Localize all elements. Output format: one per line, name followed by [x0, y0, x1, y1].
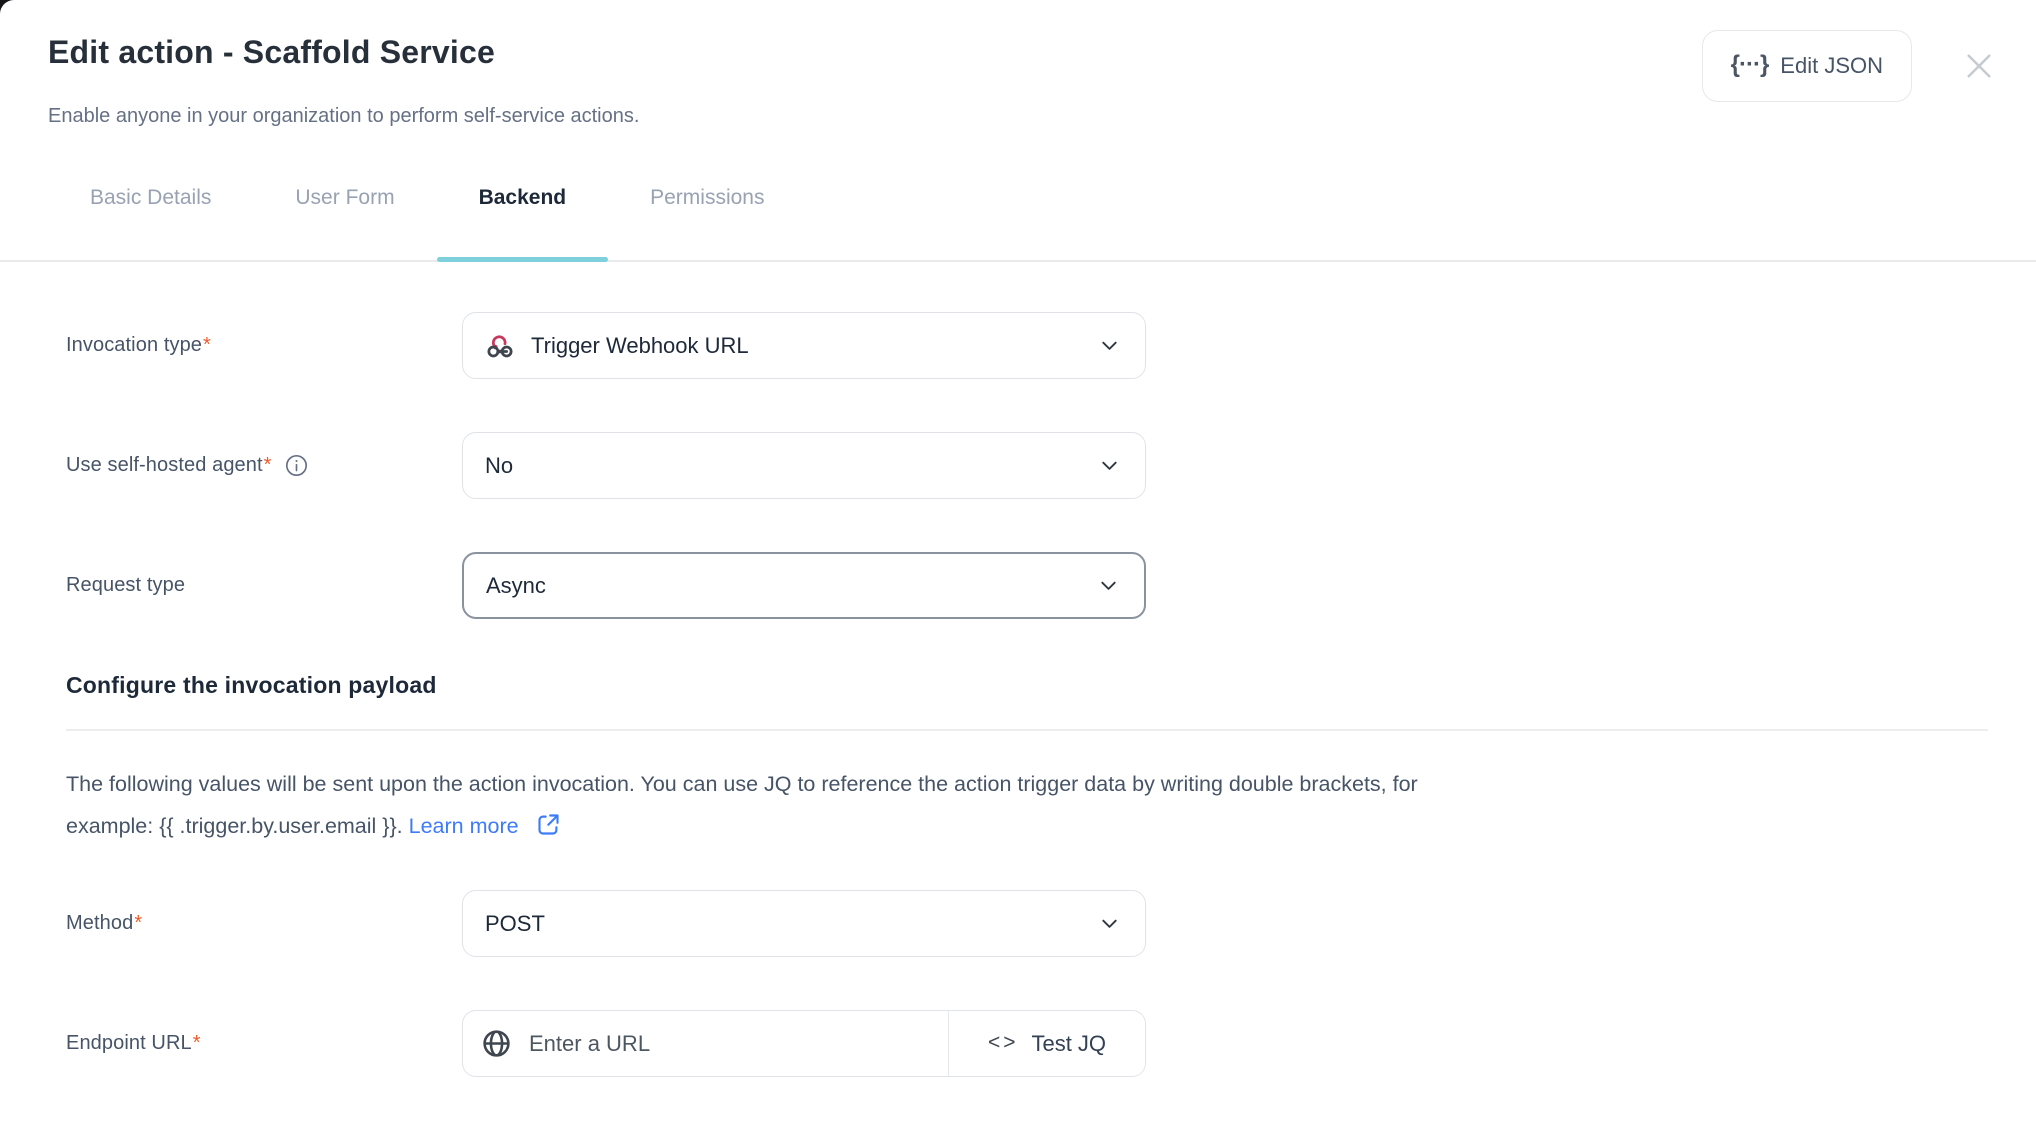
- request-type-select[interactable]: Async: [462, 552, 1146, 619]
- globe-icon: [481, 1028, 512, 1059]
- endpoint-url-input-wrap: [463, 1011, 949, 1076]
- tab-permissions[interactable]: Permissions: [608, 184, 806, 260]
- invocation-type-row: Invocation type* Trigger Webhook URL: [66, 312, 1988, 379]
- method-value: POST: [485, 911, 1080, 937]
- self-hosted-agent-row: Use self-hosted agent* No: [66, 432, 1988, 499]
- modal-header: Edit action - Scaffold Service Enable an…: [0, 0, 2036, 130]
- chevron-down-icon: [1096, 910, 1123, 937]
- required-marker: *: [193, 1032, 201, 1054]
- invocation-type-select[interactable]: Trigger Webhook URL: [462, 312, 1146, 379]
- page-subtitle: Enable anyone in your organization to pe…: [48, 102, 639, 130]
- payload-section-heading: Configure the invocation payload: [66, 672, 1988, 699]
- method-label: Method*: [66, 912, 462, 935]
- payload-description-line2: example: {{ .trigger.by.user.email }}. L…: [66, 805, 1966, 852]
- page-title: Edit action - Scaffold Service: [48, 30, 639, 74]
- edit-action-modal: Edit action - Scaffold Service Enable an…: [0, 0, 2036, 1134]
- test-jq-label: Test JQ: [1031, 1031, 1106, 1057]
- external-link-icon[interactable]: [535, 810, 562, 852]
- info-icon[interactable]: [284, 453, 309, 478]
- payload-description: The following values will be sent upon t…: [66, 763, 1966, 852]
- required-marker: *: [264, 454, 272, 476]
- edit-json-button[interactable]: {···} Edit JSON: [1702, 30, 1912, 102]
- endpoint-url-label: Endpoint URL*: [66, 1032, 462, 1055]
- test-jq-button[interactable]: <> Test JQ: [949, 1011, 1145, 1076]
- request-type-label: Request type: [66, 574, 462, 597]
- request-type-value: Async: [486, 573, 1079, 599]
- invocation-type-label: Invocation type*: [66, 334, 462, 357]
- invocation-type-value: Trigger Webhook URL: [531, 333, 1080, 359]
- self-hosted-agent-label: Use self-hosted agent*: [66, 453, 462, 478]
- self-hosted-agent-value: No: [485, 453, 1080, 479]
- tab-user-form[interactable]: User Form: [253, 184, 436, 260]
- required-marker: *: [134, 912, 142, 934]
- chevron-down-icon: [1095, 572, 1122, 599]
- backend-form: Invocation type* Trigger Webhook URL: [0, 262, 2036, 1077]
- braces-json-icon: {···}: [1731, 51, 1769, 79]
- self-hosted-agent-select[interactable]: No: [462, 432, 1146, 499]
- section-divider: [66, 729, 1988, 731]
- endpoint-url-group: <> Test JQ: [462, 1010, 1146, 1077]
- tab-bar: Basic Details User Form Backend Permissi…: [0, 184, 2036, 262]
- tab-basic-details[interactable]: Basic Details: [48, 184, 253, 260]
- required-marker: *: [203, 334, 211, 356]
- webhook-icon: [485, 331, 515, 361]
- chevron-down-icon: [1096, 332, 1123, 359]
- method-select[interactable]: POST: [462, 890, 1146, 957]
- header-actions: {···} Edit JSON: [1702, 30, 2002, 102]
- endpoint-url-row: Endpoint URL* <> Test JQ: [66, 1010, 1988, 1077]
- request-type-row: Request type Async: [66, 552, 1988, 619]
- method-row: Method* POST: [66, 890, 1988, 957]
- chevron-down-icon: [1096, 452, 1123, 479]
- learn-more-link[interactable]: Learn more: [409, 814, 519, 838]
- close-icon[interactable]: [1956, 43, 2002, 89]
- edit-json-label: Edit JSON: [1780, 53, 1883, 79]
- tab-backend[interactable]: Backend: [437, 184, 609, 260]
- code-brackets-icon: <>: [988, 1031, 1019, 1055]
- header-text: Edit action - Scaffold Service Enable an…: [48, 30, 639, 130]
- payload-description-line1: The following values will be sent upon t…: [66, 763, 1966, 805]
- endpoint-url-input[interactable]: [527, 1030, 934, 1058]
